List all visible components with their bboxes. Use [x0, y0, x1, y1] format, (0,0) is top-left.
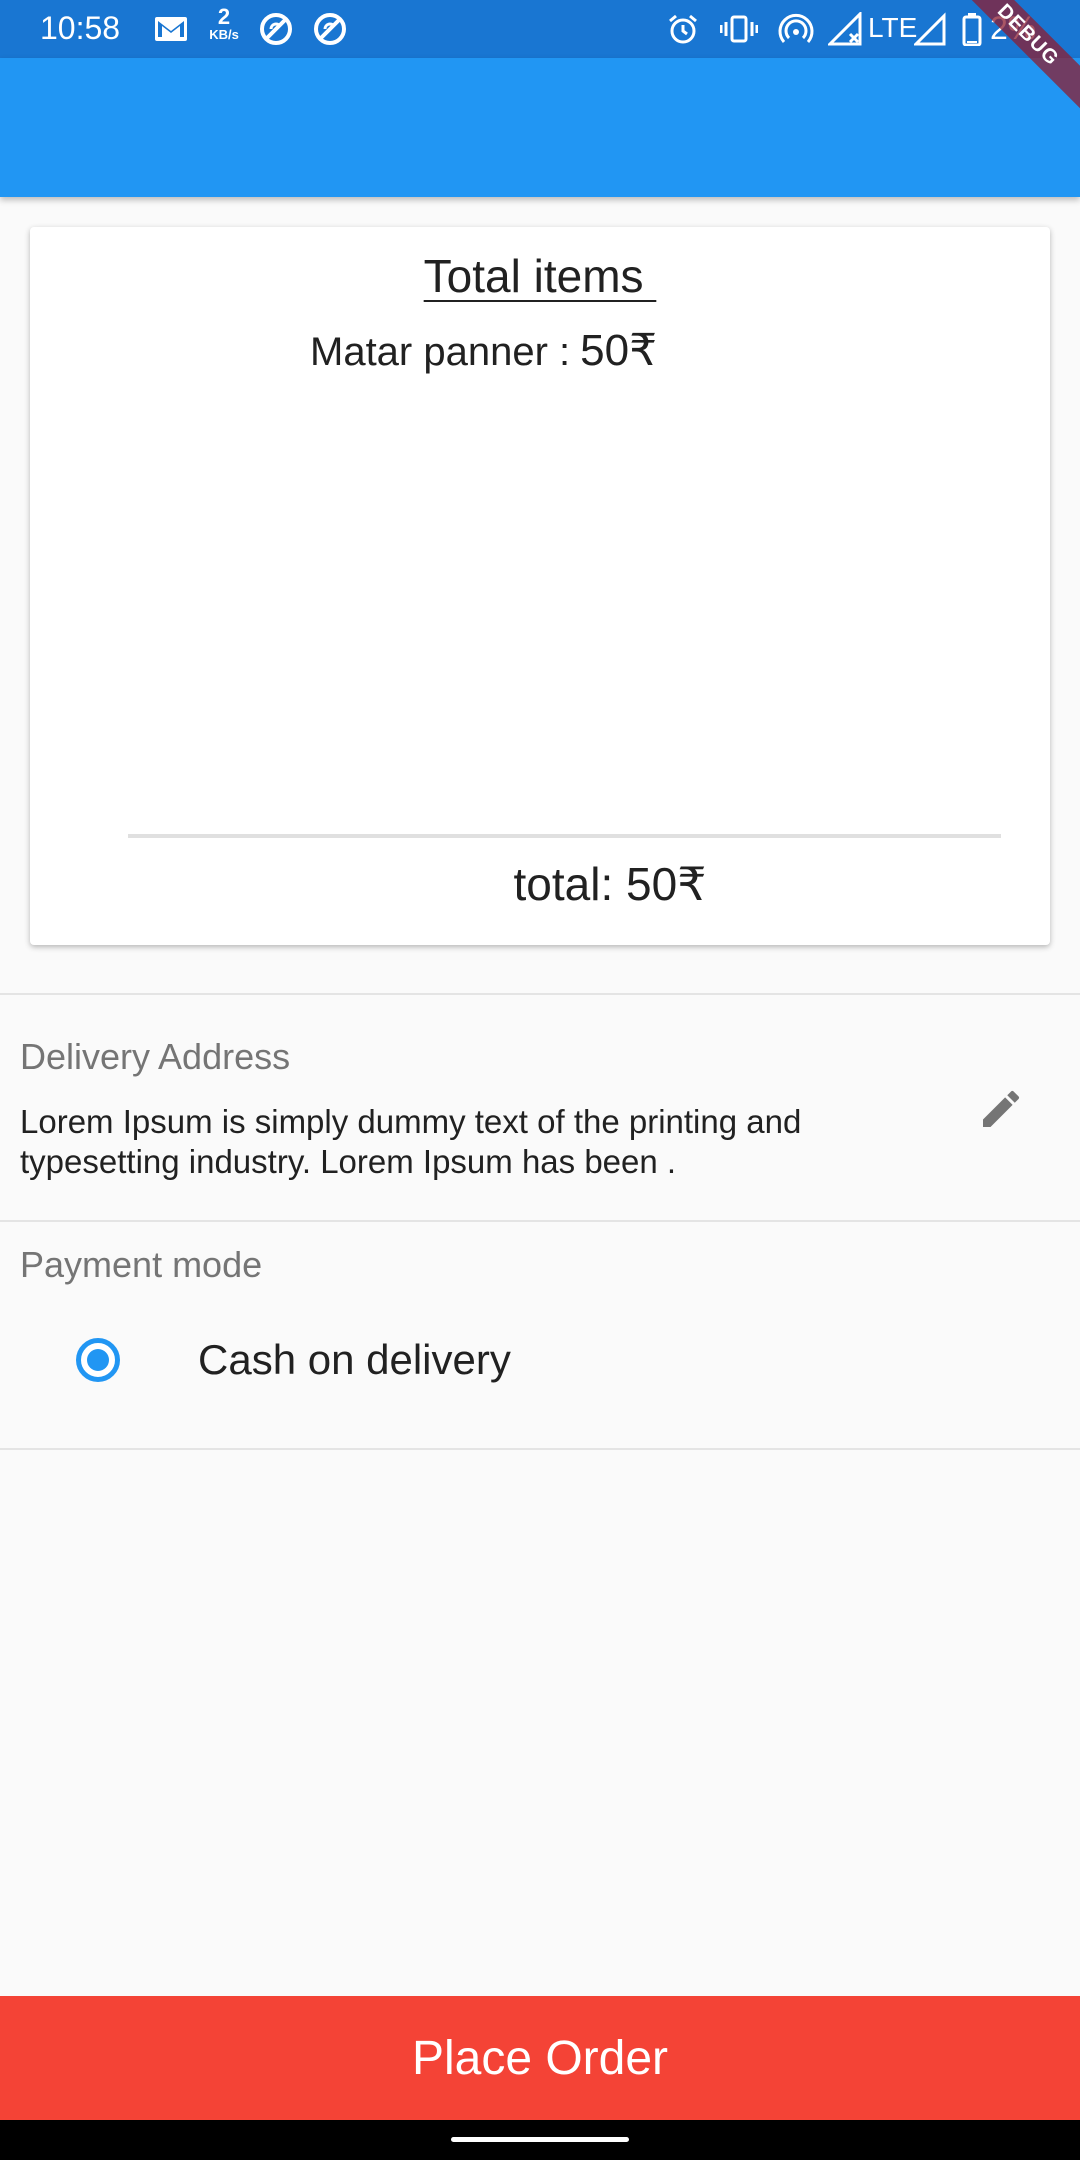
payment-mode-label: Payment mode	[20, 1244, 263, 1285]
alarm-icon	[666, 11, 700, 47]
order-summary-card: Total items Matar panner : 50₹ total: 50…	[30, 227, 1050, 945]
divider	[0, 1448, 1080, 1450]
pencil-icon	[983, 1090, 1020, 1127]
signal-icon	[914, 11, 946, 47]
home-gesture-handle[interactable]	[451, 2137, 629, 2142]
cash-on-delivery-radio[interactable]	[76, 1338, 120, 1382]
place-order-button[interactable]: Place Order	[0, 1996, 1080, 2120]
delivery-address-label: Delivery Address	[20, 1036, 291, 1077]
list-item: Matar panner : 50₹	[310, 325, 657, 376]
app-bar	[0, 58, 1080, 197]
item-price: 50₹	[580, 326, 658, 375]
radio-selected-dot	[87, 1349, 109, 1371]
net-speed-indicator: 2 KB/s	[209, 4, 239, 42]
hotspot-icon	[778, 11, 814, 47]
network-type: LTE	[868, 12, 918, 43]
divider	[128, 834, 1001, 838]
navigation-bar	[0, 2120, 1080, 2160]
divider	[0, 1220, 1080, 1222]
item-name: Matar panner :	[310, 330, 571, 374]
gmail-icon	[154, 11, 188, 47]
vibrate-icon	[720, 11, 758, 47]
edit-address-button[interactable]	[972, 1080, 1030, 1138]
signal-icon	[828, 11, 862, 47]
card-title: Total items	[423, 250, 657, 302]
status-time: 10:58	[40, 10, 121, 46]
no-sync-icon	[312, 11, 348, 47]
no-sync-icon	[258, 11, 294, 47]
order-total: total: 50₹	[513, 858, 707, 910]
cash-on-delivery-label[interactable]: Cash on delivery	[198, 1336, 511, 1384]
status-bar: 10:58 2 KB/s LTE 2%	[0, 0, 1080, 58]
divider	[0, 993, 1080, 995]
battery-icon	[962, 11, 982, 47]
delivery-address-text: Lorem Ipsum is simply dummy text of the …	[20, 1103, 802, 1180]
